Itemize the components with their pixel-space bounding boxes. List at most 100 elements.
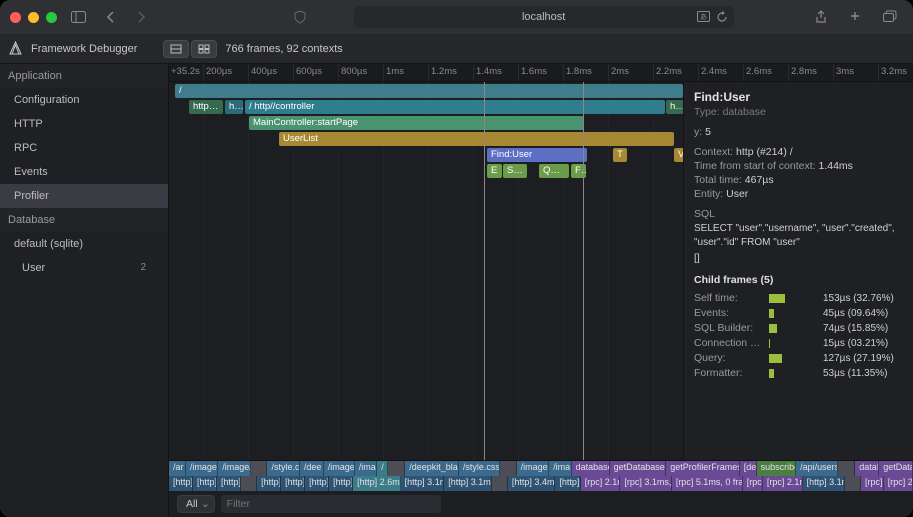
context-chip[interactable]: [241, 476, 257, 491]
minimize-icon[interactable]: [28, 12, 39, 23]
timeline-bar[interactable]: http/: [225, 100, 243, 114]
cursor-line-end[interactable]: [583, 82, 584, 460]
context-chip[interactable]: [838, 461, 855, 476]
sidebar: ApplicationConfigurationHTTPRPCEventsPro…: [0, 64, 169, 517]
context-chip[interactable]: [http] 3.4ms, 1: [508, 476, 556, 491]
context-chip[interactable]: [rpc] 5.1ms, 0 frames: [672, 476, 743, 491]
context-chip[interactable]: [845, 476, 861, 491]
context-chip[interactable]: [rpc] 2: [884, 476, 913, 491]
filter-input[interactable]: [221, 495, 441, 513]
forward-button[interactable]: [130, 7, 152, 27]
context-chip[interactable]: [rpc] 3.1ms, 5m: [620, 476, 671, 491]
context-chip[interactable]: [http]: [193, 476, 217, 491]
timeline-bar[interactable]: V: [674, 148, 683, 162]
context-chip[interactable]: [http] 3.1ms: [803, 476, 845, 491]
sidebar-item-profiler[interactable]: Profiler: [0, 184, 168, 208]
context-chip[interactable]: /style.c: [267, 461, 299, 476]
context-chip[interactable]: /ima: [355, 461, 377, 476]
detail-context: Context: http (#214) /: [694, 146, 903, 158]
timeline-bar[interactable]: http: [666, 100, 683, 114]
zoom-icon[interactable]: [46, 12, 57, 23]
context-chip[interactable]: [http]: [217, 476, 241, 491]
sidebar-item-events[interactable]: Events: [0, 160, 168, 184]
shield-icon[interactable]: [288, 6, 312, 28]
filter-select[interactable]: All: [177, 495, 215, 513]
context-track[interactable]: /ar/image//image//style.c/dee/image/ima/…: [169, 461, 913, 476]
context-chip[interactable]: subscribe: [757, 461, 797, 476]
timeline-bar[interactable]: Find:User: [487, 148, 587, 162]
context-chip[interactable]: /dee: [300, 461, 324, 476]
context-chip[interactable]: getProfilerFrames(): [666, 461, 740, 476]
ruler-tick: 2.6ms: [744, 64, 789, 81]
context-chip[interactable]: [http]: [555, 476, 580, 491]
context-chip[interactable]: [500, 461, 517, 476]
sidebar-item-configuration[interactable]: Configuration: [0, 88, 168, 112]
timeline-bar[interactable]: Query: [539, 164, 569, 178]
cursor-line-start[interactable]: [484, 82, 485, 460]
close-icon[interactable]: [10, 12, 21, 23]
context-chip[interactable]: database: [572, 461, 610, 476]
context-chip[interactable]: /api/users: [796, 461, 838, 476]
timeline-bar[interactable]: /: [175, 84, 683, 98]
context-chip[interactable]: [http] 3.1ms, 7: [444, 476, 492, 491]
context-chip[interactable]: [http]: [329, 476, 353, 491]
timeline-bar[interactable]: SQL: [503, 164, 527, 178]
context-chip[interactable]: [rpc]: [861, 476, 884, 491]
context-chip[interactable]: /ar: [169, 461, 186, 476]
timeline-bar[interactable]: T: [613, 148, 627, 162]
ruler-tick: 1.6ms: [519, 64, 564, 81]
context-chip[interactable]: [http] 3.1ms,: [401, 476, 445, 491]
timeline-bar[interactable]: http/re: [189, 100, 223, 114]
context-chip[interactable]: /image/: [186, 461, 218, 476]
context-chip[interactable]: [251, 461, 268, 476]
new-tab-icon[interactable]: [843, 6, 867, 28]
context-chip[interactable]: [http] 2.6ms: [353, 476, 401, 491]
back-button[interactable]: [100, 7, 122, 27]
timeline[interactable]: / http/rehttp// http//controllerhttp MainC…: [169, 82, 683, 460]
context-chip[interactable]: /image/: [517, 461, 549, 476]
time-ruler[interactable]: +35.2s200µs400µs600µs800µs1ms1.2ms1.4ms1…: [169, 64, 913, 82]
ruler-tick: 2.4ms: [699, 64, 744, 81]
context-chip[interactable]: [388, 461, 405, 476]
timeline-bar[interactable]: UserList: [279, 132, 674, 146]
context-chip[interactable]: [492, 476, 508, 491]
context-chip[interactable]: /: [377, 461, 388, 476]
tabs-icon[interactable]: [877, 6, 903, 28]
ruler-tick: 600µs: [294, 64, 339, 81]
child-frame-row: Formatter:53µs (11.35%): [694, 367, 903, 379]
ruler-tick: 1.4ms: [474, 64, 519, 81]
context-chip[interactable]: /image/: [218, 461, 250, 476]
sidebar-item-rpc[interactable]: RPC: [0, 136, 168, 160]
context-track[interactable]: [http][http][http][http][http][http][htt…: [169, 476, 913, 491]
context-chip[interactable]: [rpc: [743, 476, 763, 491]
context-chip[interactable]: getData: [879, 461, 913, 476]
context-chip[interactable]: [rpc] 2.1m: [581, 476, 621, 491]
context-chip[interactable]: [http]: [257, 476, 281, 491]
share-icon[interactable]: [809, 6, 833, 28]
context-chip[interactable]: getDatabases(): [610, 461, 667, 476]
app-header: Framework Debugger 766 frames, 92 contex…: [0, 34, 913, 64]
timeline-bar[interactable]: / http//controller: [245, 100, 665, 114]
reader-icon[interactable]: あ: [697, 11, 710, 23]
context-chip[interactable]: /image: [324, 461, 355, 476]
ruler-tick: 800µs: [339, 64, 384, 81]
sidebar-subitem-user[interactable]: User2: [0, 256, 168, 280]
sidebar-toggle-icon[interactable]: [65, 7, 92, 27]
view-mode-list-button[interactable]: [163, 40, 189, 58]
context-chip[interactable]: /deepkit_black: [405, 461, 459, 476]
context-chip[interactable]: [rpc] 2.1m: [763, 476, 803, 491]
context-chip[interactable]: [http]: [305, 476, 329, 491]
context-chip[interactable]: [de: [740, 461, 757, 476]
context-chip[interactable]: datal: [855, 461, 879, 476]
view-mode-grid-button[interactable]: [191, 40, 217, 58]
timeline-bar[interactable]: MainController:startPage: [249, 116, 584, 130]
reload-icon[interactable]: [716, 11, 728, 23]
context-chip[interactable]: /style.css: [459, 461, 500, 476]
sidebar-item-default-sqlite-[interactable]: default (sqlite): [0, 232, 168, 256]
timeline-bar[interactable]: E: [487, 164, 502, 178]
context-chip[interactable]: /ima: [549, 461, 571, 476]
context-chip[interactable]: [http]: [169, 476, 193, 491]
sidebar-item-http[interactable]: HTTP: [0, 112, 168, 136]
context-chip[interactable]: [http]: [281, 476, 305, 491]
address-bar[interactable]: localhost あ: [354, 6, 734, 28]
